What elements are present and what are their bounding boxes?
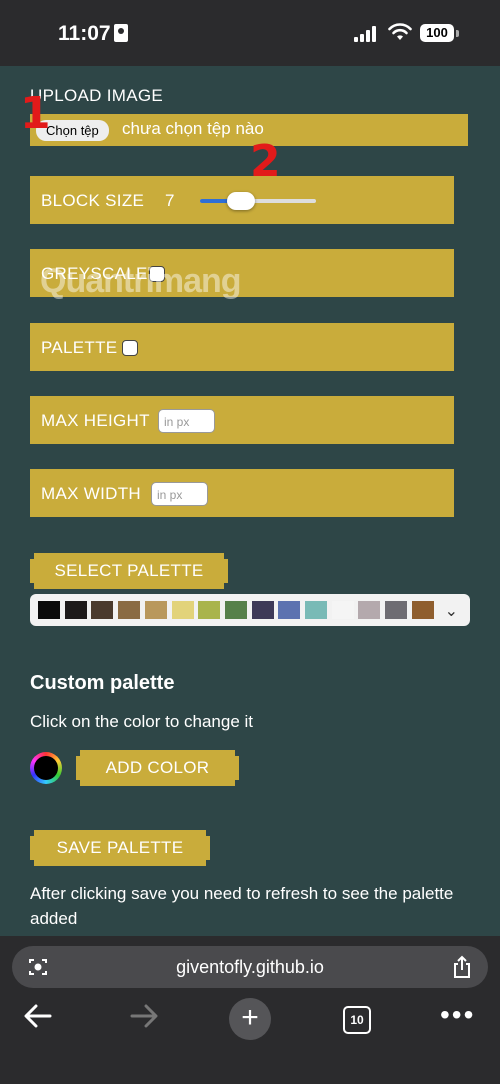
palette-swatch bbox=[411, 601, 434, 619]
status-time: 11:07 bbox=[58, 22, 111, 45]
palette-swatch bbox=[198, 601, 221, 619]
chevron-down-icon: ⌄ bbox=[444, 603, 458, 620]
custom-palette-title: Custom palette bbox=[30, 672, 175, 694]
palette-checkbox[interactable] bbox=[122, 340, 138, 356]
palette-select[interactable]: ⌄ bbox=[30, 594, 470, 626]
max-width-row: MAX WIDTH in px bbox=[30, 469, 454, 517]
status-bar: 11:07 100 bbox=[0, 0, 500, 66]
cellular-signal-icon bbox=[354, 26, 380, 42]
palette-swatch bbox=[64, 601, 87, 619]
max-height-label: MAX HEIGHT bbox=[41, 411, 150, 430]
share-icon[interactable] bbox=[452, 955, 472, 979]
select-palette-button[interactable]: SELECT PALETTE bbox=[30, 553, 228, 589]
save-palette-note: After clicking save you need to refresh … bbox=[30, 884, 454, 928]
palette-swatch bbox=[278, 601, 301, 619]
palette-swatch bbox=[171, 601, 194, 619]
palette-label: PALETTE bbox=[41, 338, 118, 357]
block-size-value: 7 bbox=[165, 191, 175, 210]
custom-palette-subtitle: Click on the color to change it bbox=[30, 712, 254, 731]
address-bar[interactable]: giventofly.github.io bbox=[12, 946, 488, 988]
page-content: UPLOAD IMAGE Chọn tệp chưa chọn tệp nào … bbox=[0, 66, 500, 936]
tabs-button[interactable]: 10 bbox=[343, 1006, 371, 1034]
slider-thumb[interactable] bbox=[226, 192, 255, 210]
block-size-slider[interactable] bbox=[200, 199, 316, 203]
forward-arrow-icon[interactable] bbox=[128, 1000, 160, 1032]
new-tab-button[interactable]: + bbox=[229, 998, 271, 1040]
color-picker[interactable] bbox=[30, 752, 62, 784]
palette-swatch bbox=[118, 601, 141, 619]
palette-swatch bbox=[358, 601, 381, 619]
palette-row: PALETTE bbox=[30, 323, 454, 371]
palette-swatch bbox=[385, 601, 408, 619]
palette-swatch bbox=[251, 601, 274, 619]
palette-swatch bbox=[91, 601, 114, 619]
more-options-icon[interactable]: ••• bbox=[440, 1001, 475, 1029]
palette-swatch bbox=[38, 601, 60, 619]
file-status-text: chưa chọn tệp nào bbox=[122, 119, 264, 138]
battery-tip bbox=[456, 30, 459, 37]
max-width-label: MAX WIDTH bbox=[41, 484, 141, 503]
palette-swatch bbox=[224, 601, 247, 619]
watermark-logo: Quantrimang bbox=[40, 262, 242, 300]
max-width-input[interactable]: in px bbox=[151, 482, 208, 506]
file-upload-row: Chọn tệp chưa chọn tệp nào bbox=[30, 114, 468, 146]
annotation-marker-1: 1 bbox=[20, 88, 51, 139]
max-height-row: MAX HEIGHT in px bbox=[30, 396, 454, 444]
wifi-icon bbox=[388, 23, 412, 40]
block-size-row: BLOCK SIZE 7 bbox=[30, 176, 454, 224]
save-palette-button[interactable]: SAVE PALETTE bbox=[30, 830, 210, 866]
add-color-button[interactable]: ADD COLOR bbox=[76, 750, 239, 786]
max-height-input[interactable]: in px bbox=[158, 409, 215, 433]
battery-icon: 100 bbox=[420, 24, 454, 42]
palette-swatch bbox=[144, 601, 167, 619]
url-text: giventofly.github.io bbox=[176, 957, 324, 977]
block-size-label: BLOCK SIZE bbox=[41, 191, 145, 210]
back-arrow-icon[interactable] bbox=[22, 1000, 54, 1032]
annotation-marker-2: 2 bbox=[250, 136, 281, 187]
palette-swatch bbox=[305, 601, 327, 619]
browser-toolbar: giventofly.github.io + 10 ••• bbox=[0, 936, 500, 1084]
palette-swatch bbox=[331, 601, 354, 619]
contact-card-icon bbox=[114, 24, 128, 42]
